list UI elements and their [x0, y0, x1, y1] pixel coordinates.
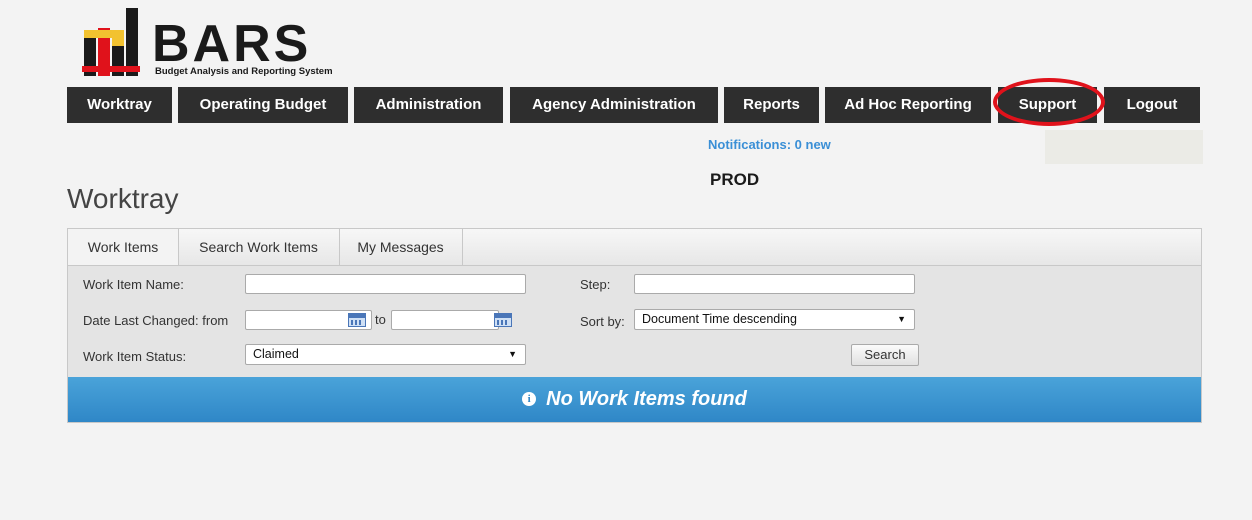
page-title: Worktray	[67, 183, 179, 214]
logo-subtitle: Budget Analysis and Reporting System	[155, 66, 333, 77]
no-results-message: No Work Items found	[546, 388, 747, 410]
sort-by-value: Document Time descending	[642, 312, 797, 326]
nav-ad-hoc-reporting[interactable]: Ad Hoc Reporting	[825, 87, 991, 123]
info-icon: i	[522, 392, 537, 406]
date-to-label: to	[375, 312, 386, 327]
step-input[interactable]	[634, 274, 915, 294]
calendar-icon[interactable]	[494, 313, 512, 327]
nav-logout[interactable]: Logout	[1104, 87, 1200, 123]
date-last-changed-label: Date Last Changed: from	[83, 313, 229, 328]
sort-by-label: Sort by:	[580, 314, 625, 329]
logo-text: BARS	[152, 15, 312, 73]
work-item-name-input[interactable]	[245, 274, 526, 294]
nav-worktray[interactable]: Worktray	[67, 87, 172, 123]
nav-agency-administration[interactable]: Agency Administration	[510, 87, 718, 123]
nav-administration[interactable]: Administration	[354, 87, 503, 123]
user-info-placeholder	[1045, 130, 1203, 164]
tab-my-messages[interactable]: My Messages	[339, 229, 463, 265]
work-item-status-value: Claimed	[253, 347, 299, 361]
step-label: Step:	[580, 277, 611, 292]
search-button[interactable]: Search	[851, 344, 919, 366]
worktray-panel: Work Items Search Work Items My Messages…	[67, 228, 1202, 423]
tab-work-items[interactable]: Work Items	[68, 229, 179, 265]
worktray-tabs: Work Items Search Work Items My Messages	[68, 229, 1201, 266]
dropdown-arrow-icon: ▼	[897, 314, 906, 324]
nav-operating-budget[interactable]: Operating Budget	[178, 87, 348, 123]
bars-logo: BARS Budget Analysis and Reporting Syste…	[82, 8, 382, 78]
nav-reports[interactable]: Reports	[724, 87, 819, 123]
support-highlight-circle	[993, 78, 1105, 126]
dropdown-arrow-icon: ▼	[508, 349, 517, 359]
date-to-input[interactable]	[391, 310, 499, 330]
notifications-link[interactable]: Notifications: 0 new	[708, 137, 831, 152]
tab-search-work-items[interactable]: Search Work Items	[178, 229, 340, 265]
sort-by-select[interactable]: Document Time descending ▼	[634, 309, 915, 330]
calendar-icon[interactable]	[348, 313, 366, 327]
no-results-banner: i No Work Items found	[68, 377, 1201, 422]
bars-logo-mark	[82, 8, 140, 76]
work-item-status-label: Work Item Status:	[83, 349, 187, 364]
work-item-name-label: Work Item Name:	[83, 277, 184, 292]
environment-label: PROD	[710, 170, 760, 189]
work-item-status-select[interactable]: Claimed ▼	[245, 344, 526, 365]
